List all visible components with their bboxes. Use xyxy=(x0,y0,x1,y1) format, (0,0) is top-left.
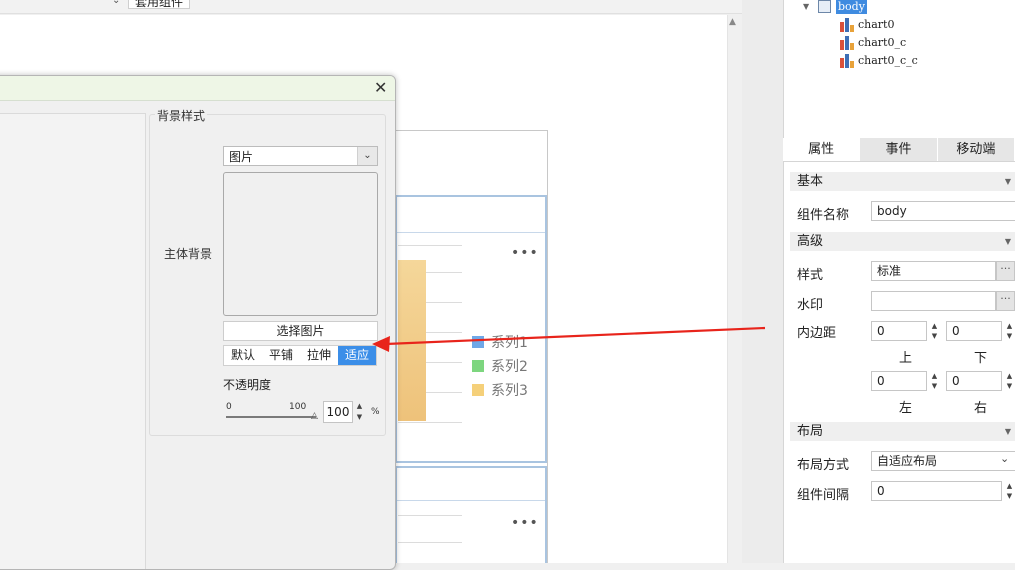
spacing-stepper[interactable]: ▲ ▼ xyxy=(1003,481,1015,501)
watermark-label: 水印 xyxy=(797,298,824,313)
chart-gridline xyxy=(398,515,462,516)
padding-left-stepper[interactable]: ▲ ▼ xyxy=(928,371,941,391)
padding-right-stepper[interactable]: ▲ ▼ xyxy=(1003,371,1015,391)
chart-gridline xyxy=(398,245,462,246)
chevron-down-icon[interactable]: ⌄ xyxy=(1000,452,1009,465)
main-background-label: 主体背景 xyxy=(164,247,213,261)
spacing-input[interactable]: 0 xyxy=(871,481,1002,501)
padding-left-caption: 左 xyxy=(899,401,913,416)
style-label: 样式 xyxy=(797,268,824,283)
padding-bottom-input[interactable]: 0 xyxy=(946,321,1002,341)
section-layout-title: 布局 xyxy=(797,424,824,439)
group-title: 背景样式 xyxy=(155,107,208,124)
legend-swatch xyxy=(472,336,484,348)
tab-events[interactable]: 事件 xyxy=(860,138,938,161)
legend-item-series1: 系列1 xyxy=(472,332,528,352)
chevron-down-icon[interactable]: ⌄ xyxy=(357,147,377,165)
collapse-icon[interactable]: ▼ xyxy=(1005,422,1011,441)
style-more-button[interactable]: ··· xyxy=(996,261,1015,281)
legend-item-series2: 系列2 xyxy=(472,356,528,376)
collapse-icon[interactable]: ▼ xyxy=(1005,232,1011,251)
dialog-titlebar[interactable] xyxy=(0,76,395,101)
layout-mode-select[interactable]: 自适应布局 xyxy=(871,451,1015,471)
opacity-label: 不透明度 xyxy=(223,378,272,392)
chart-more-icon[interactable]: ••• xyxy=(511,515,539,531)
chart-widget-1-header-line xyxy=(397,232,545,233)
padding-label: 内边距 xyxy=(797,326,837,341)
section-basic-title: 基本 xyxy=(797,174,824,189)
chart-bar xyxy=(398,260,426,421)
scroll-up-icon[interactable]: ▲ xyxy=(729,17,736,27)
legend-label: 系列1 xyxy=(491,335,528,351)
component-name-label: 组件名称 xyxy=(797,208,850,223)
slider-thumb-icon[interactable]: △ xyxy=(311,411,318,421)
tree-node-chart0-c[interactable]: chart0_c xyxy=(858,36,906,49)
padding-top-stepper[interactable]: ▲ ▼ xyxy=(928,321,941,341)
padding-top-caption: 上 xyxy=(899,351,913,366)
padding-right-caption: 右 xyxy=(974,401,988,416)
close-icon[interactable]: ✕ xyxy=(374,78,387,97)
canvas-vertical-scrollbar[interactable] xyxy=(727,15,742,563)
legend-item-series3: 系列3 xyxy=(472,380,528,400)
chevron-down-icon[interactable]: ⌄ xyxy=(112,0,120,6)
image-fit-mode-group: 默认 平铺 拉伸 适应 xyxy=(223,345,377,366)
mode-fit-button[interactable]: 适应 xyxy=(338,346,376,365)
section-basic[interactable]: 基本 ▼ xyxy=(790,172,1015,191)
tree-node-body[interactable]: body xyxy=(836,0,867,14)
background-settings-dialog: ✕ 背景样式 主体背景 图片 ⌄ 选择图片 默认 平铺 拉伸 适应 不透明度 0… xyxy=(0,75,396,570)
chart-icon xyxy=(840,54,854,68)
chart-gridline xyxy=(398,422,462,423)
tree-node-chart0-c-c[interactable]: chart0_c_c xyxy=(858,54,918,67)
mode-tile-button[interactable]: 平铺 xyxy=(262,346,300,365)
legend-label: 系列2 xyxy=(491,359,528,375)
section-advanced[interactable]: 高级 ▼ xyxy=(790,232,1015,251)
padding-bottom-caption: 下 xyxy=(974,351,988,366)
layout-mode-value: 自适应布局 xyxy=(877,454,938,468)
watermark-more-button[interactable]: ··· xyxy=(996,291,1015,311)
component-name-input[interactable]: body xyxy=(871,201,1015,221)
slider-min-label: 0 xyxy=(226,402,232,412)
padding-top-input[interactable]: 0 xyxy=(871,321,927,341)
choose-image-button[interactable]: 选择图片 xyxy=(223,321,378,341)
dialog-left-panel xyxy=(0,113,146,569)
opacity-input[interactable]: 100 xyxy=(323,401,353,423)
image-preview xyxy=(223,172,378,316)
mode-default-button[interactable]: 默认 xyxy=(224,346,262,365)
padding-bottom-stepper[interactable]: ▲ ▼ xyxy=(1003,321,1015,341)
legend-swatch xyxy=(472,384,484,396)
spacing-label: 组件间隔 xyxy=(797,488,850,503)
chart-more-icon[interactable]: ••• xyxy=(511,245,539,261)
property-tabs: 属性 事件 移动端 xyxy=(783,138,1015,162)
tree-expand-icon[interactable]: ▼ xyxy=(803,2,809,11)
chart-icon xyxy=(840,36,854,50)
collapse-icon[interactable]: ▼ xyxy=(1005,172,1011,191)
chart-gridline xyxy=(398,542,462,543)
section-layout[interactable]: 布局 ▼ xyxy=(790,422,1015,441)
tab-properties[interactable]: 属性 xyxy=(783,138,861,161)
opacity-slider-track[interactable] xyxy=(226,416,316,418)
legend-swatch xyxy=(472,360,484,372)
layout-mode-label: 布局方式 xyxy=(797,458,850,473)
panel-gutter xyxy=(742,0,783,563)
watermark-input[interactable] xyxy=(871,291,996,311)
body-node-icon xyxy=(818,0,831,13)
chart-icon xyxy=(840,18,854,32)
percent-sign: % xyxy=(371,407,380,417)
chart-widget-2-header-line xyxy=(397,500,545,501)
slider-max-label: 100 xyxy=(289,402,307,412)
tree-node-chart0[interactable]: chart0 xyxy=(858,18,894,31)
style-input[interactable]: 标准 xyxy=(871,261,996,281)
mode-stretch-button[interactable]: 拉伸 xyxy=(300,346,338,365)
apply-component-tab[interactable]: 套用组件 xyxy=(128,0,191,9)
opacity-stepper[interactable]: ▲ ▼ xyxy=(353,401,366,423)
tab-mobile[interactable]: 移动端 xyxy=(937,138,1015,161)
padding-left-input[interactable]: 0 xyxy=(871,371,927,391)
background-type-value: 图片 xyxy=(229,150,254,164)
padding-right-input[interactable]: 0 xyxy=(946,371,1002,391)
legend-label: 系列3 xyxy=(491,383,528,399)
section-advanced-title: 高级 xyxy=(797,234,824,249)
